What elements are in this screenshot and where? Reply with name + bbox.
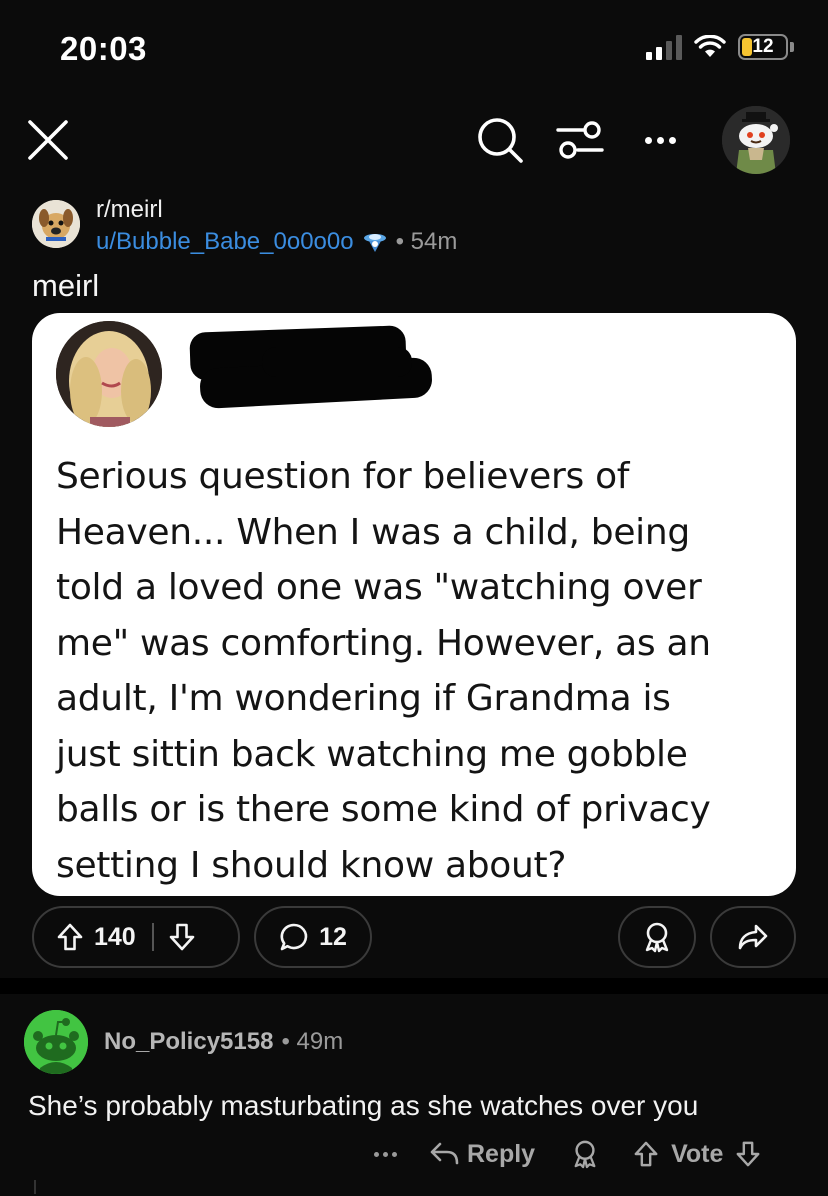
vote-pill: 140	[32, 906, 240, 968]
snoo-avatar-icon	[722, 106, 790, 174]
tweet-line: setting I should know about?	[56, 844, 567, 886]
tweet-avatar	[56, 321, 162, 427]
dog-avatar-icon	[32, 200, 80, 248]
reply-icon	[430, 1142, 459, 1165]
vote-divider	[151, 923, 154, 951]
upvote-icon[interactable]	[56, 922, 84, 952]
signal-icon	[646, 34, 682, 60]
battery-icon: 12	[738, 34, 788, 60]
tweet-line: Heaven... When I was a child, being	[56, 511, 690, 553]
tweet-line: Serious question for believers of	[56, 456, 630, 497]
flair-icon	[363, 234, 386, 252]
comment-more-button[interactable]	[374, 1151, 397, 1157]
avatar[interactable]	[722, 106, 790, 174]
post-action-bar: 140 12	[32, 906, 796, 968]
more-icon	[374, 1151, 379, 1157]
downvote-icon[interactable]	[168, 922, 196, 952]
close-button[interactable]	[24, 116, 72, 164]
award-icon	[574, 1140, 596, 1169]
snoo-avatar-icon	[24, 1010, 88, 1074]
search-icon	[478, 118, 523, 163]
author-line: u/Bubble_Babe_0o0o0o • 54m	[96, 228, 457, 256]
status-bar: 20:03 12	[0, 0, 828, 100]
post-time: • 54m	[395, 228, 458, 255]
share-icon	[738, 924, 768, 950]
filter-button[interactable]	[554, 114, 606, 166]
comments-button[interactable]: 12	[254, 906, 372, 968]
status-icons: 12	[646, 34, 794, 60]
upvote-icon[interactable]	[633, 1140, 659, 1168]
post-image[interactable]: Serious question for believers of Heaven…	[32, 313, 796, 896]
share-button[interactable]	[710, 906, 796, 968]
comment-count: 12	[319, 922, 347, 951]
more-icon	[644, 136, 652, 144]
section-divider	[0, 978, 828, 994]
tweet-line: balls or is there some kind of privacy	[56, 789, 711, 830]
close-icon	[28, 120, 68, 160]
comment-time: • 49m	[281, 1028, 344, 1055]
award-icon	[645, 922, 669, 953]
post-header: r/meirl u/Bubble_Babe_0o0o0o • 54m	[32, 196, 796, 260]
post-title: meirl	[32, 268, 100, 303]
subreddit-name[interactable]: r/meirl	[96, 196, 163, 224]
top-nav	[0, 100, 828, 184]
reply-button[interactable]: Reply	[429, 1140, 535, 1169]
reply-label: Reply	[467, 1139, 536, 1168]
profile-photo-icon	[56, 321, 162, 427]
subreddit-avatar[interactable]	[32, 200, 80, 248]
redaction-mark	[262, 347, 412, 377]
tweet-text: Serious question for believers of Heaven…	[56, 449, 776, 893]
comment: No_Policy5158 • 49m She’s probably mastu…	[0, 994, 828, 1196]
author-name[interactable]: u/Bubble_Babe_0o0o0o	[96, 228, 354, 256]
status-time: 20:03	[60, 30, 147, 67]
tweet-line: adult, I'm wondering if Grandma is	[56, 678, 671, 719]
filter-icon	[556, 121, 604, 159]
more-options-button[interactable]	[634, 114, 686, 166]
comment-meta: No_Policy5158 • 49m	[104, 1028, 343, 1056]
search-button[interactable]	[474, 114, 526, 166]
wifi-icon	[694, 35, 726, 57]
battery-level: 12	[752, 36, 774, 57]
comment-bubble-icon	[280, 923, 308, 951]
comment-award-button[interactable]	[571, 1139, 599, 1169]
comment-vote: Vote	[633, 1140, 761, 1169]
commenter-avatar[interactable]	[24, 1010, 88, 1074]
downvote-icon[interactable]	[735, 1140, 761, 1168]
thread-line	[34, 1180, 36, 1194]
vote-label: Vote	[671, 1139, 724, 1168]
upvote-count: 140	[94, 922, 136, 951]
tweet-line: me" was comforting. However, as an	[56, 622, 711, 664]
comment-actions: Reply Vote	[374, 1132, 761, 1176]
comment-body: She’s probably masturbating as she watch…	[28, 1090, 699, 1121]
tweet-line: told a loved one was "watching over	[56, 567, 702, 608]
tweet-line: just sittin back watching me gobble	[56, 733, 688, 775]
award-button[interactable]	[618, 906, 696, 968]
commenter-name[interactable]: No_Policy5158	[104, 1028, 273, 1056]
